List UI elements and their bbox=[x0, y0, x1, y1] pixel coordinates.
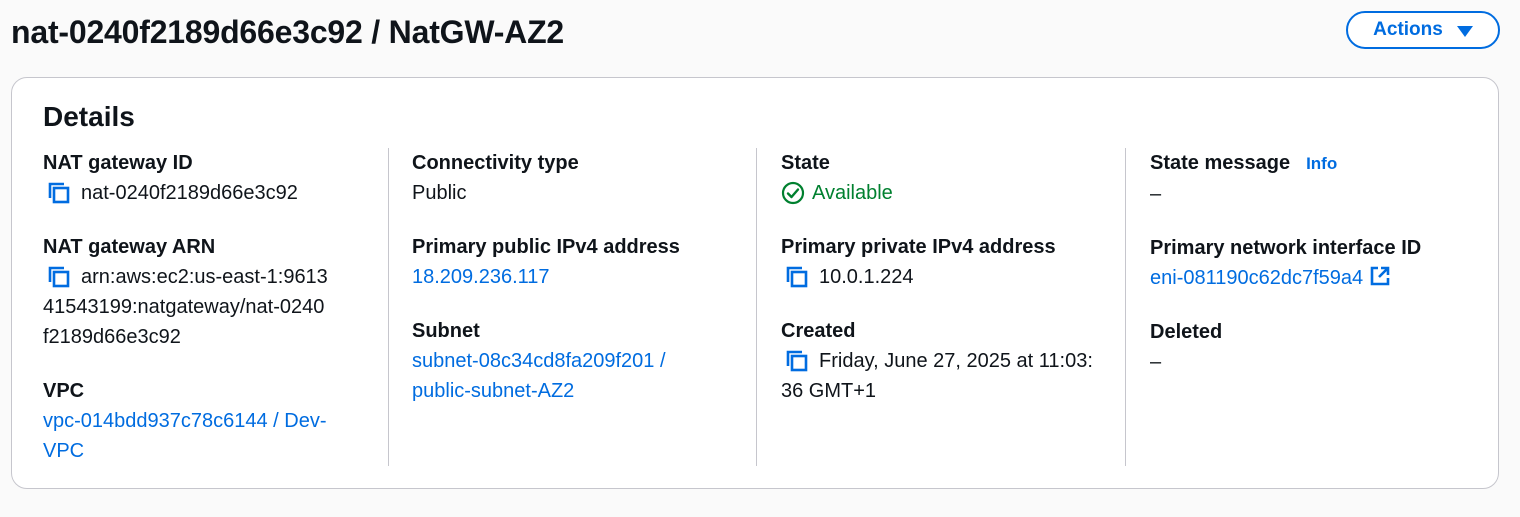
connectivity-type-label: Connectivity type bbox=[412, 152, 579, 174]
field-primary-public-ipv4: Primary public IPv4 address 18.209.236.1… bbox=[412, 232, 756, 292]
primary-private-ipv4-label: Primary private IPv4 address bbox=[781, 236, 1056, 258]
field-subnet: Subnet subnet-08c34cd8fa209f201 / public… bbox=[412, 316, 756, 406]
created-value: Friday, June 27, 2025 at 11:03:36 GMT+1 bbox=[781, 350, 1093, 402]
state-message-label: State message bbox=[1150, 152, 1291, 174]
vpc-label: VPC bbox=[43, 380, 85, 402]
subnet-label: Subnet bbox=[412, 320, 480, 342]
details-column-3: State Available Primary private IPv4 add… bbox=[756, 148, 1125, 466]
details-column-4: State message Info – Primary network inte… bbox=[1125, 148, 1485, 466]
primary-public-ipv4-link[interactable]: 18.209.236.117 bbox=[412, 262, 756, 292]
primary-private-ipv4-value: 10.0.1.224 bbox=[819, 266, 914, 288]
created-label: Created bbox=[781, 320, 856, 342]
caret-down-icon bbox=[1456, 25, 1473, 37]
state-value: Available bbox=[812, 182, 893, 204]
subnet-link[interactable]: subnet-08c34cd8fa209f201 / public-subnet… bbox=[412, 346, 712, 406]
actions-button-label: Actions bbox=[1373, 19, 1443, 40]
copy-icon[interactable] bbox=[47, 265, 71, 289]
status-indicator: Available bbox=[781, 178, 1125, 208]
details-title: Details bbox=[43, 101, 135, 132]
copy-icon[interactable] bbox=[785, 349, 809, 373]
field-connectivity-type: Connectivity type Public bbox=[412, 148, 756, 208]
connectivity-type-value: Public bbox=[412, 182, 467, 204]
state-message-label-row: State message Info bbox=[1150, 148, 1485, 179]
vpc-link[interactable]: vpc-014bdd937c78c6144 / Dev-VPC bbox=[43, 406, 363, 466]
copy-icon[interactable] bbox=[785, 265, 809, 289]
nat-gateway-arn-label: NAT gateway ARN bbox=[43, 236, 216, 258]
details-panel: Details NAT gateway ID nat-0240f2189d66e… bbox=[11, 77, 1499, 489]
page-header: nat-0240f2189d66e3c92 / NatGW-AZ2 Action… bbox=[11, 10, 1501, 54]
info-link[interactable]: Info bbox=[1306, 154, 1337, 173]
check-circle-icon bbox=[781, 181, 805, 205]
field-deleted: Deleted – bbox=[1150, 317, 1485, 377]
state-label: State bbox=[781, 152, 830, 174]
field-created: Created Friday, June 27, 2025 at 11:03:3… bbox=[781, 316, 1125, 406]
field-vpc: VPC vpc-014bdd937c78c6144 / Dev-VPC bbox=[43, 376, 388, 466]
deleted-value: – bbox=[1150, 351, 1162, 373]
details-column-2: Connectivity type Public Primary public … bbox=[388, 148, 756, 466]
primary-network-interface-link[interactable]: eni-081190c62dc7f59a4 bbox=[1150, 263, 1485, 293]
nat-gateway-id-value: nat-0240f2189d66e3c92 bbox=[81, 182, 298, 204]
field-nat-gateway-id: NAT gateway ID nat-0240f2189d66e3c92 bbox=[43, 148, 388, 208]
field-state-message: State message Info – bbox=[1150, 148, 1485, 209]
primary-public-ipv4-label: Primary public IPv4 address bbox=[412, 236, 680, 258]
copy-icon[interactable] bbox=[47, 181, 71, 205]
field-primary-network-interface: Primary network interface ID eni-081190c… bbox=[1150, 233, 1485, 293]
nat-gateway-arn-value: arn:aws:ec2:us-east-1:961341543199:natga… bbox=[43, 266, 328, 348]
field-nat-gateway-arn: NAT gateway ARN arn:aws:ec2:us-east-1:96… bbox=[43, 232, 388, 352]
field-primary-private-ipv4: Primary private IPv4 address 10.0.1.224 bbox=[781, 232, 1125, 292]
page-title: nat-0240f2189d66e3c92 / NatGW-AZ2 bbox=[11, 14, 565, 50]
external-link-icon bbox=[1370, 266, 1390, 286]
state-message-value: – bbox=[1150, 183, 1162, 205]
details-column-1: NAT gateway ID nat-0240f2189d66e3c92 NAT… bbox=[43, 148, 388, 466]
deleted-label: Deleted bbox=[1150, 321, 1223, 343]
primary-network-interface-label: Primary network interface ID bbox=[1150, 237, 1422, 259]
primary-network-interface-value: eni-081190c62dc7f59a4 bbox=[1150, 267, 1364, 289]
field-state: State Available bbox=[781, 148, 1125, 208]
actions-button[interactable]: Actions bbox=[1346, 11, 1500, 49]
nat-gateway-id-label: NAT gateway ID bbox=[43, 152, 193, 174]
